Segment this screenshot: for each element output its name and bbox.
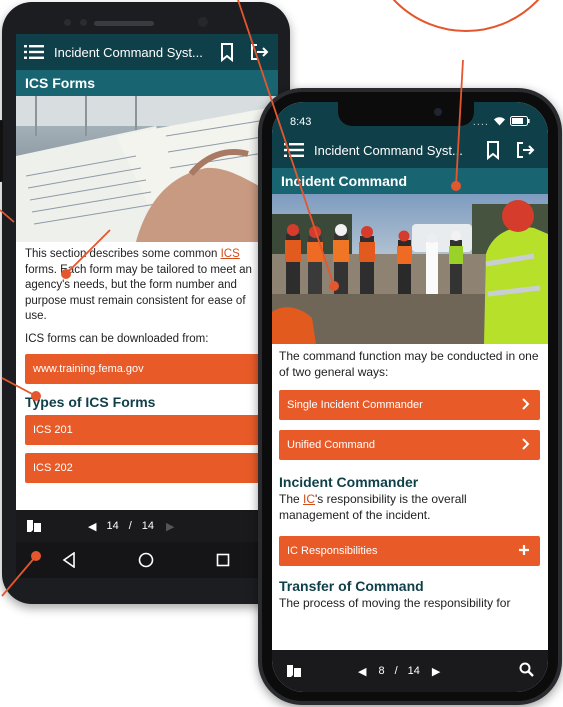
android-navigation bbox=[16, 542, 278, 578]
page-navigation-bar: ◀ 14 / 14 ▶ bbox=[16, 510, 278, 542]
ics-glossary-link[interactable]: ICS bbox=[221, 248, 240, 260]
plus-icon bbox=[518, 544, 530, 559]
transfer-text: The process of moving the responsibility… bbox=[279, 596, 511, 610]
unified-command-label: Unified Command bbox=[287, 439, 376, 451]
forms-description: This section describes some common ICS f… bbox=[25, 248, 252, 322]
transfer-heading: Transfer of Command bbox=[279, 578, 424, 594]
next-page-icon[interactable]: ▶ bbox=[166, 520, 174, 533]
next-page-icon[interactable]: ▶ bbox=[432, 665, 440, 678]
recents-icon[interactable] bbox=[216, 553, 230, 572]
fema-download-button[interactable]: www.training.fema.gov bbox=[25, 354, 270, 384]
ics-201-button[interactable]: ICS 201 bbox=[25, 415, 270, 445]
page-navigation-bar: ◀ 8 / 14 ▶ bbox=[272, 650, 548, 692]
home-icon[interactable] bbox=[138, 552, 154, 573]
notch bbox=[338, 102, 474, 126]
commander-text: The IC's responsibility is the overall m… bbox=[279, 492, 467, 522]
incident-crew-photo bbox=[272, 194, 548, 344]
app-title: Incident Command Syst... bbox=[314, 142, 463, 158]
command-intro: The command function may be conducted in… bbox=[279, 349, 539, 379]
android-phone: Incident Command Syst... ICS Forms This … bbox=[0, 2, 290, 604]
types-heading: Types of ICS Forms bbox=[25, 394, 156, 410]
back-icon[interactable] bbox=[62, 551, 76, 573]
signal-icon: .... bbox=[472, 116, 489, 128]
exit-icon[interactable] bbox=[514, 139, 536, 161]
iphone: 8:43 .... Incident Command Syst... Incid… bbox=[258, 88, 562, 705]
menu-icon[interactable] bbox=[24, 45, 44, 59]
contents-book-icon[interactable] bbox=[286, 663, 302, 679]
side-button bbox=[0, 120, 3, 182]
single-commander-button[interactable]: Single Incident Commander bbox=[279, 390, 540, 420]
earpiece-speaker bbox=[94, 21, 154, 26]
total-pages: 14 bbox=[141, 520, 155, 532]
previous-page-icon[interactable]: ◀ bbox=[358, 665, 366, 678]
unified-command-button[interactable]: Unified Command bbox=[279, 430, 540, 460]
status-bar: 8:43 .... bbox=[272, 102, 548, 132]
battery-icon bbox=[510, 115, 530, 129]
single-commander-label: Single Incident Commander bbox=[287, 399, 423, 411]
bookmark-icon[interactable] bbox=[216, 41, 238, 63]
app-header: Incident Command Syst... bbox=[272, 132, 548, 168]
chevron-right-icon bbox=[521, 397, 530, 414]
ics-202-button[interactable]: ICS 202 bbox=[25, 453, 270, 483]
status-time: 8:43 bbox=[290, 116, 312, 128]
chevron-right-icon bbox=[521, 437, 530, 454]
section-title: ICS Forms bbox=[16, 70, 278, 96]
ics-forms-photo bbox=[16, 96, 278, 242]
section-title: Incident Command bbox=[272, 168, 548, 194]
contents-book-icon[interactable] bbox=[26, 518, 42, 534]
menu-icon[interactable] bbox=[284, 143, 304, 157]
current-page: 14 bbox=[106, 520, 119, 532]
previous-page-icon[interactable]: ◀ bbox=[88, 520, 96, 533]
search-icon[interactable] bbox=[519, 662, 534, 680]
app-title: Incident Command Syst... bbox=[54, 44, 203, 60]
callout-circle bbox=[366, 0, 563, 32]
total-pages: 14 bbox=[407, 665, 420, 677]
page-separator: / bbox=[128, 520, 132, 532]
wifi-icon bbox=[493, 116, 506, 129]
commander-heading: Incident Commander bbox=[279, 474, 419, 490]
ic-glossary-link[interactable]: IC bbox=[303, 492, 315, 506]
ic-responsibilities-label: IC Responsibilities bbox=[287, 545, 378, 557]
iphone-screen: 8:43 .... Incident Command Syst... Incid… bbox=[272, 102, 548, 692]
page-separator: / bbox=[394, 665, 398, 677]
download-text: ICS forms can be downloaded from: bbox=[25, 332, 209, 345]
exit-icon[interactable] bbox=[248, 41, 270, 63]
current-page: 8 bbox=[378, 665, 385, 677]
bookmark-icon[interactable] bbox=[482, 139, 504, 161]
app-header: Incident Command Syst... bbox=[16, 34, 278, 70]
android-screen: Incident Command Syst... ICS Forms This … bbox=[16, 34, 278, 578]
ic-responsibilities-button[interactable]: IC Responsibilities bbox=[279, 536, 540, 566]
